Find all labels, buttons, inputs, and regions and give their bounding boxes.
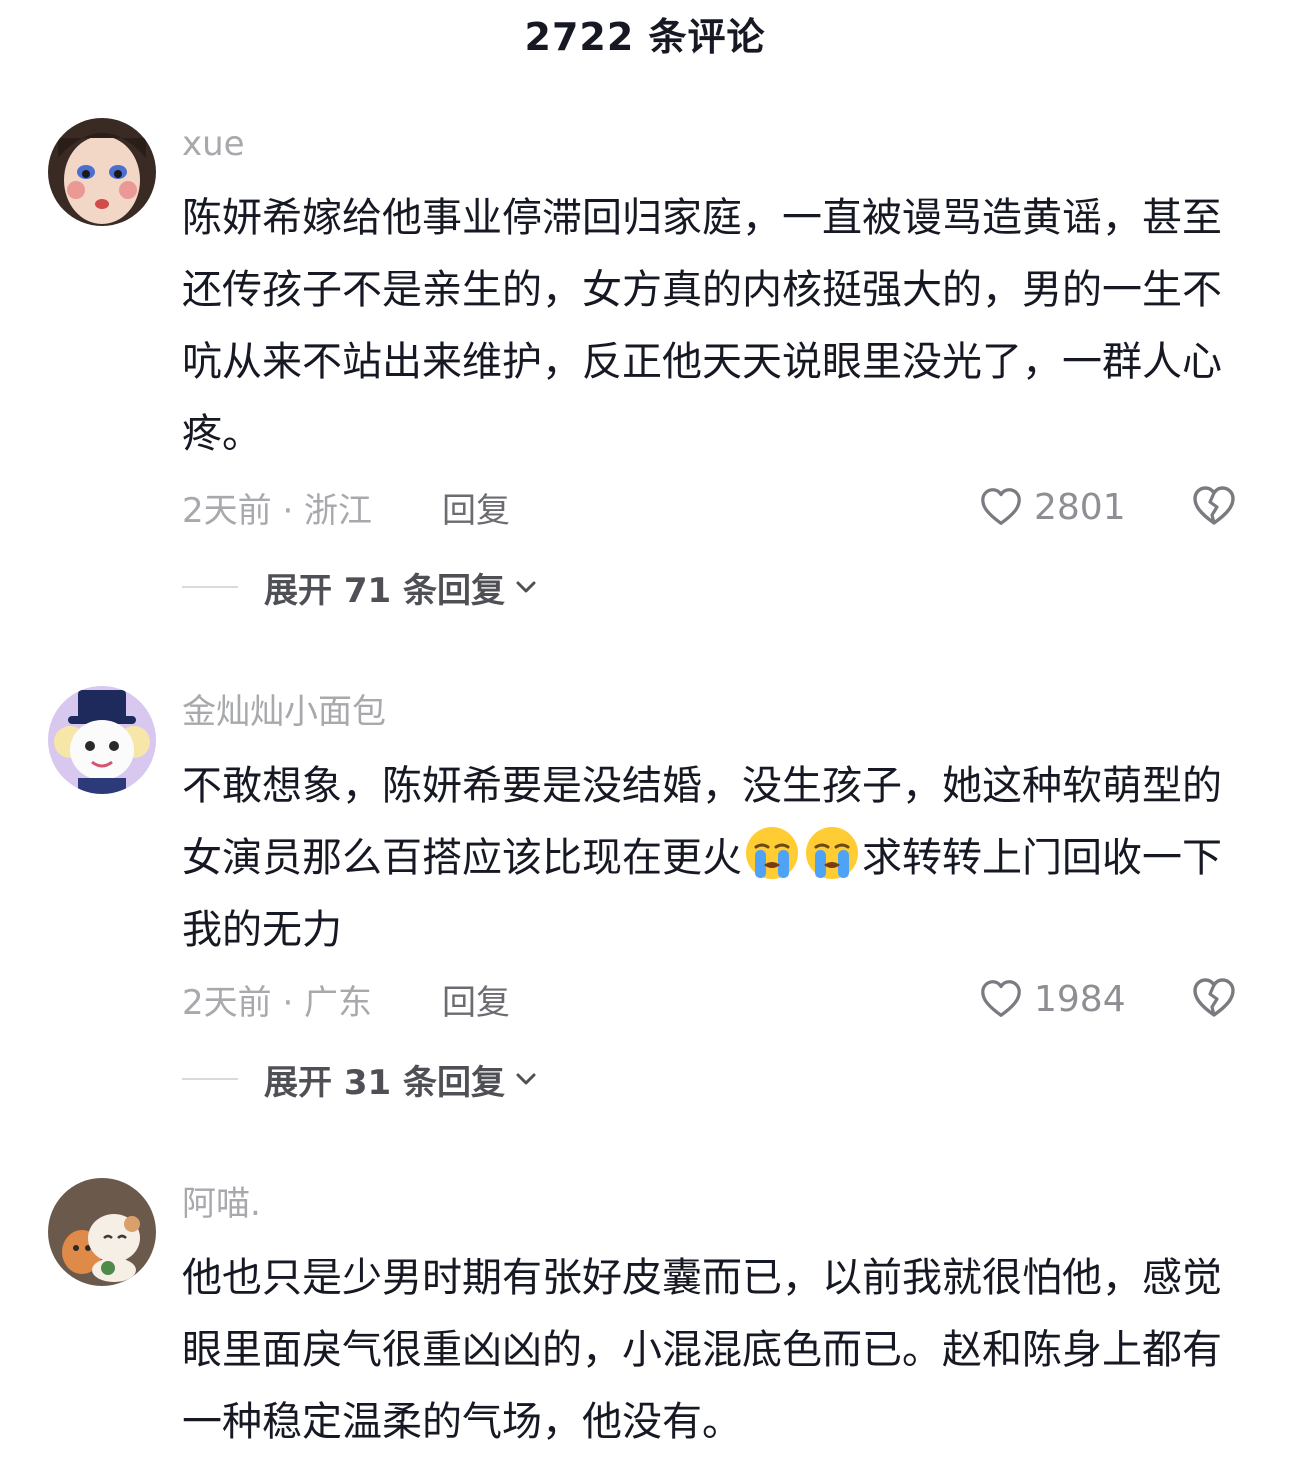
expand-replies-button[interactable]: 展开 71 条回复 [182,562,541,612]
divider [182,1078,238,1080]
avatar[interactable] [48,118,156,226]
time-location: 2天前 · 广东 [182,982,373,1023]
like-count: 1984 [1034,978,1126,1020]
comments-header: 2722 条评论 [0,0,1290,66]
comment-meta: 2天前 · 广东 回复 1984 [182,974,1252,1024]
chevron-down-icon [516,581,536,593]
time-location: 2天前 · 浙江 [182,490,373,531]
heart-outline-icon [981,980,1021,1017]
reply-button[interactable]: 回复 [442,483,510,532]
expand-replies-label: 展开 71 条回复 [264,570,505,611]
loudly-crying-face-icon [744,825,800,881]
broken-heart-icon[interactable] [1190,974,1238,1022]
expand-replies-label: 展开 31 条回复 [264,1062,505,1103]
heart-outline-icon [981,488,1021,525]
chevron-down-icon [516,1073,536,1085]
reply-button[interactable]: 回复 [442,975,510,1024]
divider [182,586,238,588]
comment-text: 他也只是少男时期有张好皮囊而已，以前我就很怕他，感觉眼里面戾气很重凶凶的，小混混… [182,1255,1222,1445]
comments-panel: 2722 条评论 xue 陈妍希嫁给他事业停滞回归家庭，一直被谩骂造黄谣，甚至还… [0,0,1290,1466]
comment-text: 陈妍希嫁给他事业停滞回归家庭，一直被谩骂造黄谣，甚至还传孩子不是亲生的，女方真的… [182,195,1222,457]
avatar[interactable] [48,1178,156,1286]
broken-heart-icon[interactable] [1190,482,1238,530]
avatar[interactable] [48,686,156,794]
expand-replies-button[interactable]: 展开 31 条回复 [182,1054,541,1104]
username[interactable]: xue [182,122,245,166]
like-button[interactable]: 1984 [978,974,1126,1024]
comment-meta: 2天前 · 浙江 回复 2801 [182,482,1252,532]
username[interactable]: 金灿灿小面包 [182,690,386,734]
username[interactable]: 阿喵. [182,1182,261,1226]
like-button[interactable]: 2801 [978,482,1126,532]
comment-text: 不敢想象，陈妍希要是没结婚，没生孩子，她这种软萌型的女演员那么百搭应该比现在更火… [182,750,1244,966]
loudly-crying-face-icon [804,825,860,881]
like-count: 2801 [1034,486,1126,528]
comment-count-title: 2722 条评论 [524,14,766,59]
